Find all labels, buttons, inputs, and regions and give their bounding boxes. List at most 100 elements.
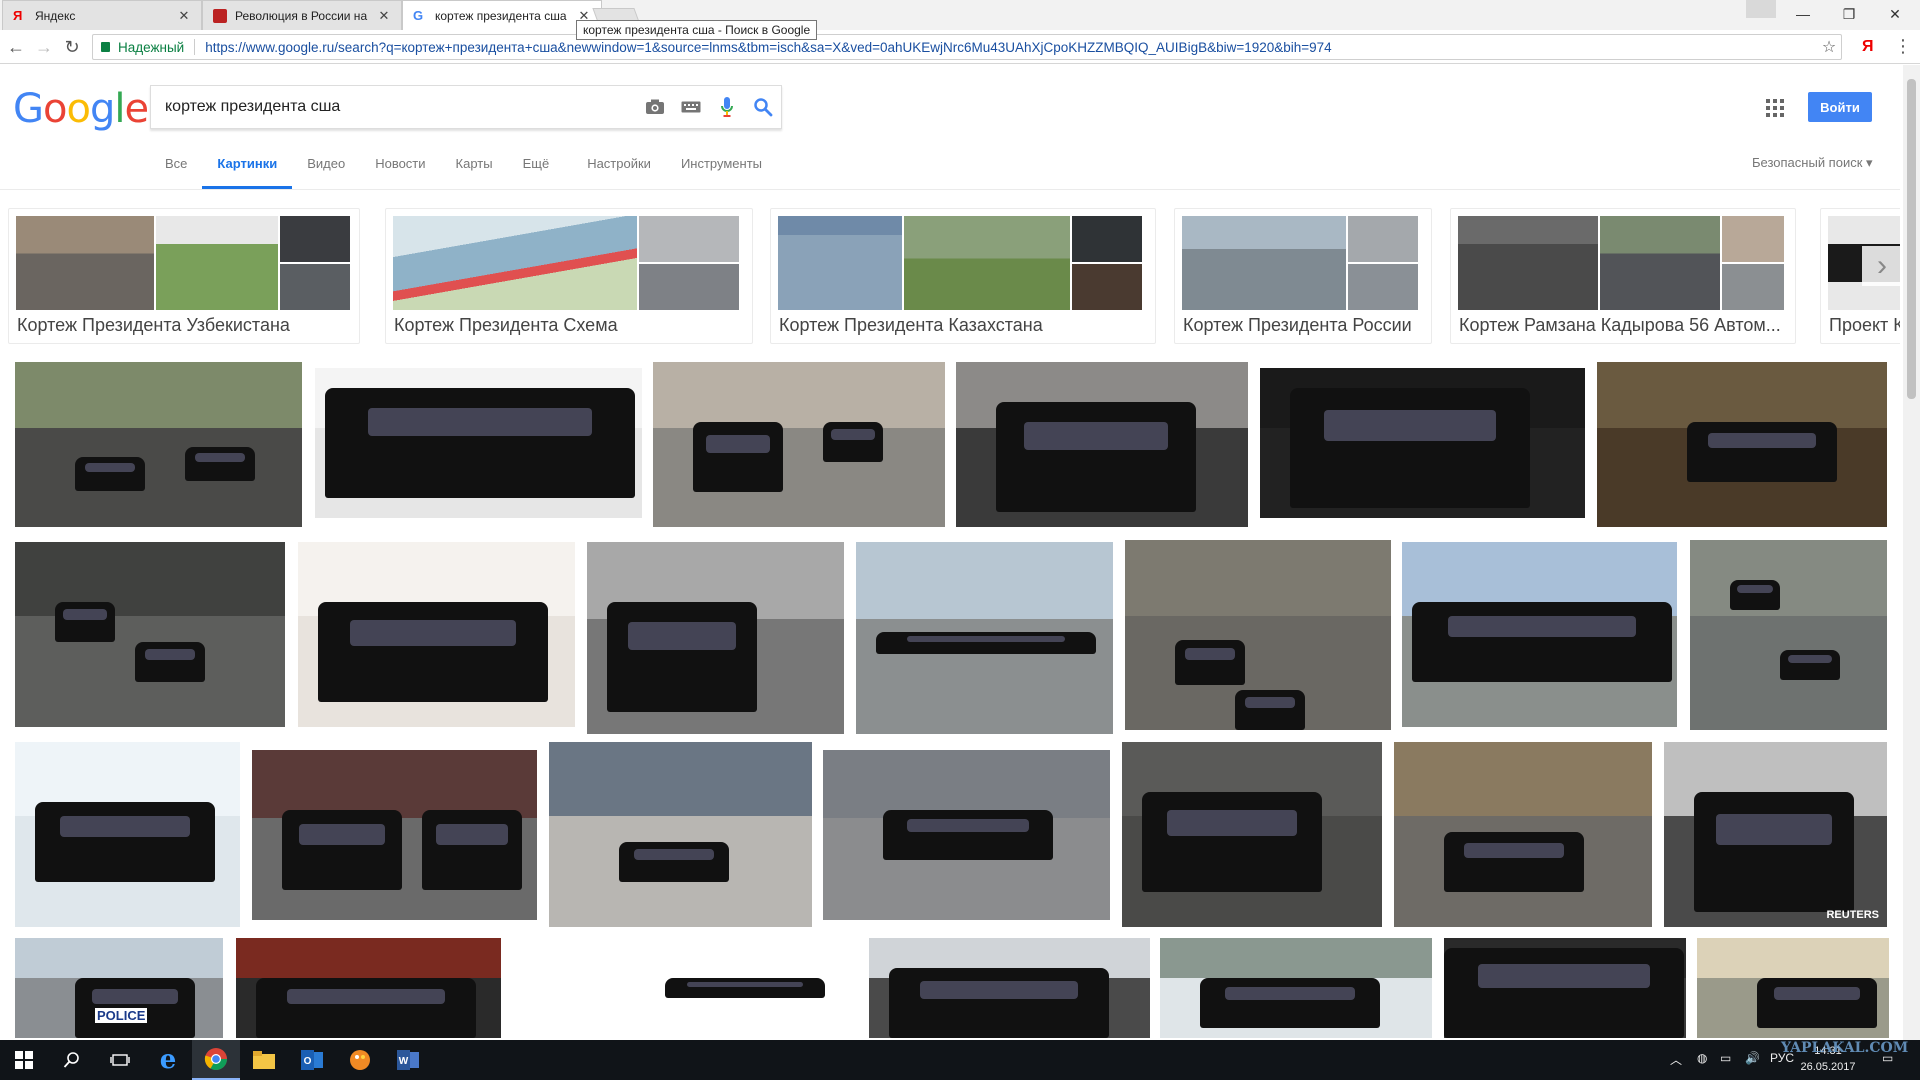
forward-icon[interactable]: → [32,35,56,59]
chrome-icon[interactable] [192,1040,240,1080]
taskbar-search-icon[interactable] [48,1040,96,1080]
image-result[interactable] [1260,368,1585,518]
search-box[interactable]: кортеж президента сша [150,85,782,129]
word-icon[interactable]: W [384,1040,432,1080]
safe-search-dropdown[interactable]: Безопасный поиск ▾ [1752,155,1873,171]
image-result[interactable] [1690,540,1887,730]
image-result[interactable] [856,542,1113,734]
image-result[interactable] [1597,362,1887,527]
chip-uzbekistan[interactable]: Кортеж Президента Узбекистана [8,208,360,344]
search-icon[interactable] [745,89,781,125]
image-result[interactable] [956,362,1248,527]
search-tab[interactable]: Ещё [508,149,565,189]
clock-date: 26.05.2017 [1800,1061,1856,1073]
search-tab[interactable]: Видео [292,149,360,189]
image-result[interactable] [298,542,575,727]
edge-icon[interactable]: e [144,1040,192,1080]
image-result[interactable] [587,542,844,734]
chip-thumbnails [1182,216,1424,310]
chip-kazakhstan[interactable]: Кортеж Президента Казахстана [770,208,1156,344]
image-result[interactable] [869,938,1150,1038]
image-result[interactable] [1122,742,1382,927]
tab-close-icon[interactable]: ✕ [377,8,391,24]
tray-chevron-icon[interactable]: ︿ [1670,1051,1682,1068]
limousine-shape [325,388,635,498]
image-result[interactable] [1125,540,1391,730]
image-result[interactable] [15,742,240,927]
image-result[interactable] [236,938,501,1038]
search-tab[interactable]: Картинки [202,149,293,189]
image-result[interactable] [1402,542,1677,727]
image-result[interactable] [15,542,285,727]
image-result[interactable] [1444,938,1686,1038]
tray-network-icon[interactable]: ◍ [1697,1051,1707,1065]
google-apps-icon[interactable] [1766,99,1784,117]
image-result[interactable]: POLICE [15,938,223,1038]
image-sky [15,938,223,978]
keyboard-icon[interactable] [673,89,709,125]
chip-thumbnails [1458,216,1788,310]
signin-button[interactable]: Войти [1808,92,1872,122]
tab-close-icon[interactable]: ✕ [177,8,191,24]
tab-google-search[interactable]: G кортеж президента сша ✕ [402,0,602,30]
limousine-shape [889,968,1109,1038]
tab-title: Революция в России на [235,8,368,23]
bookmark-star-icon[interactable]: ☆ [1817,37,1841,57]
chip-russia[interactable]: Кортеж Президента России [1174,208,1432,344]
minimize-icon[interactable]: — [1780,0,1826,28]
tray-display-icon[interactable]: ▭ [1720,1051,1731,1065]
volume-icon[interactable]: 🔊 [1745,1051,1760,1065]
image-result[interactable] [515,938,858,1038]
limousine-shape [75,457,145,491]
yandex-extension-icon[interactable]: Я [1862,38,1874,56]
search-tab[interactable]: Все [150,149,202,189]
yandex-favicon-icon: Я [13,7,23,23]
limousine-shape [1200,978,1380,1028]
limousine-shape [185,447,255,481]
browser-menu-icon[interactable]: ⋮ [1894,36,1912,57]
file-explorer-icon[interactable] [240,1040,288,1080]
image-result[interactable] [1160,938,1432,1038]
google-logo[interactable]: Google [13,86,149,132]
address-bar[interactable]: Надежный https://www.google.ru/search?q=… [92,34,1842,60]
reload-icon[interactable]: ↻ [60,35,84,59]
profile-icon[interactable] [1746,0,1776,18]
search-tab[interactable]: Карты [441,149,508,189]
image-sky [1125,540,1391,616]
chip-label: Кортеж Президента Схема [394,315,618,335]
tab-revolution[interactable]: Революция в России на ✕ [202,0,402,30]
image-result[interactable]: REUTERS [1664,742,1887,927]
image-result[interactable] [315,368,642,518]
image-result[interactable] [653,362,945,527]
back-icon[interactable]: ← [4,35,28,59]
vertical-scrollbar[interactable] [1903,65,1920,1040]
camera-icon[interactable] [637,89,673,125]
tab-yandex[interactable]: Я Яндекс ✕ [2,0,202,30]
image-result[interactable] [15,362,302,527]
windows-start-icon[interactable] [0,1040,48,1080]
microphone-icon[interactable] [709,89,745,125]
image-result[interactable] [252,750,537,920]
url-text[interactable]: https://www.google.ru/search?q=кортеж+пр… [205,40,1817,55]
chip-scheme[interactable]: Кортеж Президента Схема [385,208,753,344]
chip-kadyrov[interactable]: Кортеж Рамзана Кадырова 56 Автом... [1450,208,1796,344]
search-tab[interactable]: Инструменты [666,149,777,189]
reuters-caption: REUTERS [1826,909,1879,921]
search-input[interactable]: кортеж президента сша [165,98,637,116]
search-tab[interactable]: Настройки [572,149,666,189]
search-tab[interactable]: Новости [360,149,440,189]
image-result[interactable] [823,750,1110,920]
chevron-right-icon[interactable]: › [1862,246,1902,286]
scrollbar-thumb[interactable] [1907,79,1916,399]
image-result[interactable] [1697,938,1889,1038]
image-result[interactable] [549,742,812,927]
outlook-icon[interactable]: O [288,1040,336,1080]
google-favicon-icon: G [413,7,424,23]
close-window-icon[interactable]: ✕ [1872,0,1918,28]
restore-icon[interactable]: ❐ [1826,0,1872,28]
task-view-icon[interactable] [96,1040,144,1080]
image-sky [549,742,812,816]
paint-icon[interactable] [336,1040,384,1080]
image-result[interactable] [1394,742,1652,927]
limousine-shape [1780,650,1840,680]
